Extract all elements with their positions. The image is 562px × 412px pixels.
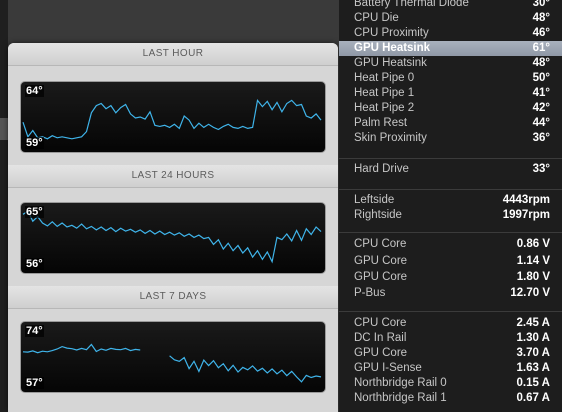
sensor-value: 41° bbox=[532, 87, 550, 99]
sensor-name: Heat Pipe 0 bbox=[354, 72, 415, 84]
graph-min-label: 56° bbox=[25, 258, 44, 270]
sensor-name: CPU Core bbox=[354, 317, 407, 329]
sensor-name: GPU Core bbox=[354, 347, 408, 359]
sensor-name: Hard Drive bbox=[354, 163, 409, 175]
sensor-value: 1.63 A bbox=[516, 362, 550, 374]
sensor-row[interactable]: Skin Proximity 36° bbox=[339, 131, 562, 146]
sensor-row[interactable]: Palm Rest 44° bbox=[339, 116, 562, 131]
sensor-value: 48° bbox=[532, 57, 550, 69]
history-section-last-24-hours: LAST 24 HOURS 65° 56° bbox=[8, 165, 338, 274]
sensor-row[interactable]: Heat Pipe 1 41° bbox=[339, 86, 562, 101]
sensor-name: Battery Thermal Diode bbox=[354, 0, 469, 9]
graph-min-label: 57° bbox=[25, 377, 44, 389]
sensor-row[interactable]: Rightside 1997rpm bbox=[339, 208, 562, 223]
sensor-value: 48° bbox=[532, 12, 550, 24]
sensor-row[interactable]: Heat Pipe 2 42° bbox=[339, 101, 562, 116]
sensor-name: GPU Core bbox=[354, 255, 408, 267]
sensor-name: Northbridge Rail 0 bbox=[354, 377, 447, 389]
background-window-detail bbox=[0, 118, 8, 140]
group-separator bbox=[339, 158, 562, 159]
sensor-row[interactable]: Leftside 4443rpm bbox=[339, 193, 562, 208]
temperature-series-line bbox=[169, 355, 322, 383]
sensor-row[interactable]: Northbridge Rail 0 0.15 A bbox=[339, 376, 562, 391]
sensor-name: Northbridge Rail 1 bbox=[354, 392, 447, 404]
graph-plot bbox=[22, 98, 322, 140]
graph-last-24-hours: 65° 56° bbox=[20, 202, 326, 274]
section-title: LAST HOUR bbox=[8, 43, 338, 66]
sensor-row[interactable]: GPU Core 1.14 V bbox=[339, 254, 562, 269]
group-separator bbox=[339, 189, 562, 190]
sensor-value: 0.67 A bbox=[516, 392, 550, 404]
sensor-value: 4443rpm bbox=[502, 194, 550, 206]
sensor-value: 1.14 V bbox=[516, 255, 550, 267]
group-separator bbox=[339, 232, 562, 233]
sensor-value: 46° bbox=[532, 27, 550, 39]
graph-max-label: 74° bbox=[25, 325, 44, 337]
history-section-last-7-days: LAST 7 DAYS 74° 57° bbox=[8, 286, 338, 393]
sensor-value: 42° bbox=[532, 102, 550, 114]
sensor-name: CPU Die bbox=[354, 12, 399, 24]
section-title: LAST 7 DAYS bbox=[8, 286, 338, 309]
sensor-row[interactable]: CPU Core 2.45 A bbox=[339, 316, 562, 331]
sensor-row[interactable]: Hard Drive 33° bbox=[339, 162, 562, 177]
sensor-value: 0.15 A bbox=[516, 377, 550, 389]
sensor-name: GPU Heatsink bbox=[354, 57, 427, 69]
sensor-name: CPU Proximity bbox=[354, 27, 429, 39]
sensor-value: 1997rpm bbox=[502, 209, 550, 221]
sensor-name: Heat Pipe 2 bbox=[354, 102, 415, 114]
sensor-name: Skin Proximity bbox=[354, 132, 427, 144]
sensor-row[interactable]: Heat Pipe 0 50° bbox=[339, 71, 562, 86]
sensor-value: 61° bbox=[532, 42, 550, 54]
temperature-series-line bbox=[22, 343, 141, 354]
sensor-row[interactable]: P-Bus 12.70 V bbox=[339, 286, 562, 301]
section-title: LAST 24 HOURS bbox=[8, 165, 338, 188]
sensor-name: P-Bus bbox=[354, 287, 386, 299]
background-window bbox=[0, 0, 8, 412]
sensor-value: 36° bbox=[532, 132, 550, 144]
temperature-series-line bbox=[22, 98, 322, 140]
history-section-last-hour: LAST HOUR 64° 59° bbox=[8, 43, 338, 153]
sensor-name: Rightside bbox=[354, 209, 402, 221]
sensor-name: GPU I-Sense bbox=[354, 362, 422, 374]
sensor-name: Palm Rest bbox=[354, 117, 408, 129]
sensor-row[interactable]: CPU Die 48° bbox=[339, 11, 562, 26]
group-separator bbox=[339, 311, 562, 312]
sensor-value: 30° bbox=[532, 0, 550, 9]
graph-last-7-days: 74° 57° bbox=[20, 321, 326, 393]
sensor-name: Heat Pipe 1 bbox=[354, 87, 415, 99]
sensor-value: 50° bbox=[532, 72, 550, 84]
sensor-row[interactable]: CPU Core 0.86 V bbox=[339, 237, 562, 252]
sensor-row[interactable]: DC In Rail 1.30 A bbox=[339, 331, 562, 346]
sensor-row[interactable]: Northbridge Rail 1 0.67 A bbox=[339, 391, 562, 406]
sensor-name: GPU Heatsink bbox=[354, 42, 431, 54]
sensor-name: CPU Core bbox=[354, 238, 407, 250]
sensor-row[interactable]: GPU I-Sense 1.63 A bbox=[339, 361, 562, 376]
sensor-value: 1.80 V bbox=[516, 271, 550, 283]
sensor-value: 0.86 V bbox=[516, 238, 550, 250]
sensor-row[interactable]: GPU Heatsink 61° bbox=[339, 41, 562, 56]
graph-max-label: 65° bbox=[25, 206, 44, 218]
sensor-value: 44° bbox=[532, 117, 550, 129]
graph-min-label: 59° bbox=[25, 137, 44, 149]
graph-plot bbox=[22, 343, 322, 383]
sensor-list-panel: Battery Thermal Diode 30° CPU Die 48° CPU Pr… bbox=[339, 0, 562, 412]
sensor-name: Leftside bbox=[354, 194, 395, 206]
graph-last-hour: 64° 59° bbox=[20, 81, 326, 153]
history-panel: LAST HOUR 64° 59° LAST 24 HOURS 65° 56° … bbox=[8, 43, 338, 412]
sensor-value: 2.45 A bbox=[516, 317, 550, 329]
sensor-row[interactable]: CPU Proximity 46° bbox=[339, 26, 562, 41]
sensor-name: DC In Rail bbox=[354, 332, 407, 344]
graph-plot bbox=[22, 210, 322, 264]
sensor-row[interactable]: Battery Thermal Diode 30° bbox=[339, 0, 562, 11]
sensor-row[interactable]: GPU Heatsink 48° bbox=[339, 56, 562, 71]
sensor-value: 12.70 V bbox=[510, 287, 550, 299]
sensor-row[interactable]: GPU Core 3.70 A bbox=[339, 346, 562, 361]
sensor-name: GPU Core bbox=[354, 271, 408, 283]
sensor-row[interactable]: GPU Core 1.80 V bbox=[339, 270, 562, 285]
sensor-value: 3.70 A bbox=[516, 347, 550, 359]
sensor-value: 1.30 A bbox=[516, 332, 550, 344]
temperature-series-line bbox=[22, 210, 322, 264]
graph-max-label: 64° bbox=[25, 85, 44, 97]
sensor-value: 33° bbox=[532, 163, 550, 175]
